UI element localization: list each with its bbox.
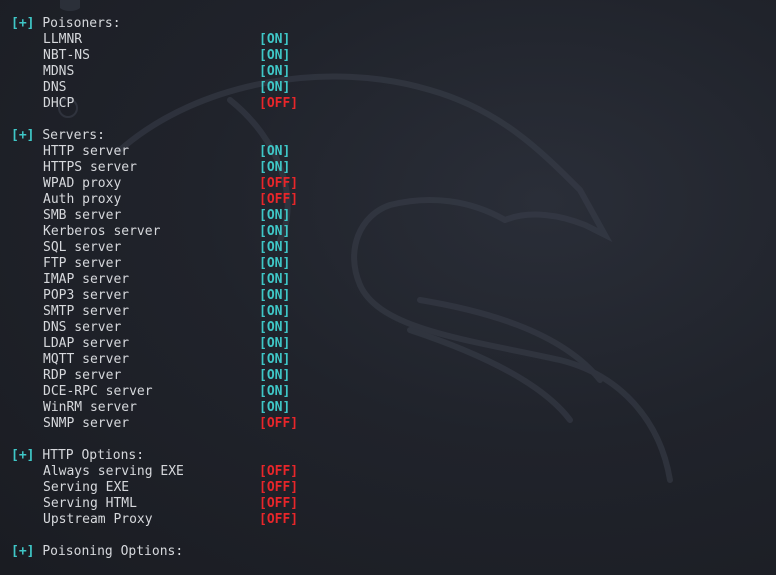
status-on-badge: [ON] xyxy=(259,32,291,47)
section-heading: [+] HTTP Options: xyxy=(11,448,183,464)
section-marker: [+] xyxy=(11,448,35,463)
setting-label: DHCP xyxy=(43,96,75,111)
setting-label: DCE-RPC server xyxy=(43,384,153,399)
setting-label: FTP server xyxy=(43,256,122,271)
setting-label: HTTPS server xyxy=(43,160,137,175)
setting-row: SMTP server [ON] xyxy=(11,304,290,320)
setting-row: POP3 server [ON] xyxy=(11,288,290,304)
section-heading: [+] Poisoning Options: xyxy=(11,544,183,560)
setting-row: RDP server [ON] xyxy=(11,368,290,384)
status-off-badge: [OFF] xyxy=(259,96,299,111)
setting-label: Always serving EXE xyxy=(43,464,184,479)
setting-row: NBT-NS [ON] xyxy=(11,48,290,64)
status-off-badge: [OFF] xyxy=(259,192,299,207)
setting-label: SMB server xyxy=(43,208,122,223)
setting-row: SNMP server [OFF] xyxy=(11,416,298,432)
section-marker: [+] xyxy=(11,128,35,143)
setting-label: Upstream Proxy xyxy=(43,512,153,527)
setting-label: Serving HTML xyxy=(43,496,137,511)
section-title: Servers: xyxy=(42,128,105,143)
status-on-badge: [ON] xyxy=(259,304,291,319)
setting-row: HTTP server [ON] xyxy=(11,144,290,160)
setting-label: SNMP server xyxy=(43,416,130,431)
setting-label: MQTT server xyxy=(43,352,130,367)
status-on-badge: [ON] xyxy=(259,288,291,303)
setting-label: MDNS xyxy=(43,64,75,79)
setting-label: RDP server xyxy=(43,368,122,383)
section-marker: [+] xyxy=(11,544,35,559)
setting-label: NBT-NS xyxy=(43,48,90,63)
status-on-badge: [ON] xyxy=(259,336,291,351)
setting-label: POP3 server xyxy=(43,288,130,303)
status-off-badge: [OFF] xyxy=(259,416,299,431)
setting-row: IMAP server [ON] xyxy=(11,272,290,288)
status-on-badge: [ON] xyxy=(259,368,291,383)
setting-label: LDAP server xyxy=(43,336,130,351)
setting-row: SQL server [ON] xyxy=(11,240,290,256)
setting-label: WinRM server xyxy=(43,400,137,415)
setting-label: HTTP server xyxy=(43,144,130,159)
setting-label: DNS xyxy=(43,80,67,95)
status-on-badge: [ON] xyxy=(259,256,291,271)
setting-label: SMTP server xyxy=(43,304,130,319)
status-on-badge: [ON] xyxy=(259,160,291,175)
status-on-badge: [ON] xyxy=(259,64,291,79)
setting-label: DNS server xyxy=(43,320,122,335)
status-on-badge: [ON] xyxy=(259,48,291,63)
setting-label: Kerberos server xyxy=(43,224,161,239)
setting-row: LLMNR [ON] xyxy=(11,32,290,48)
setting-row: DNS [ON] xyxy=(11,80,290,96)
section-title: Poisoning Options: xyxy=(42,544,184,559)
section-marker: [+] xyxy=(11,16,35,31)
status-on-badge: [ON] xyxy=(259,240,291,255)
status-on-badge: [ON] xyxy=(259,272,291,287)
setting-label: Serving EXE xyxy=(43,480,130,495)
status-on-badge: [ON] xyxy=(259,80,291,95)
setting-row: Serving HTML [OFF] xyxy=(11,496,298,512)
setting-row: DCE-RPC server [ON] xyxy=(11,384,290,400)
setting-row: FTP server [ON] xyxy=(11,256,290,272)
setting-label: Auth proxy xyxy=(43,192,122,207)
section-title: HTTP Options: xyxy=(42,448,145,463)
status-on-badge: [ON] xyxy=(259,208,291,223)
setting-row: WPAD proxy [OFF] xyxy=(11,176,298,192)
section-title: Poisoners: xyxy=(42,16,121,31)
status-on-badge: [ON] xyxy=(259,224,291,239)
section-heading: [+] Poisoners: xyxy=(11,16,183,32)
setting-row: Auth proxy [OFF] xyxy=(11,192,298,208)
setting-row: MQTT server [ON] xyxy=(11,352,290,368)
setting-row: Upstream Proxy [OFF] xyxy=(11,512,298,528)
setting-row: LDAP server [ON] xyxy=(11,336,290,352)
status-off-badge: [OFF] xyxy=(259,176,299,191)
setting-label: IMAP server xyxy=(43,272,130,287)
status-on-badge: [ON] xyxy=(259,400,291,415)
setting-label: SQL server xyxy=(43,240,122,255)
setting-row: Always serving EXE [OFF] xyxy=(11,464,298,480)
setting-row: HTTPS server [ON] xyxy=(11,160,290,176)
terminal-output: [+] Poisoners: LLMNR [ON] NBT-NS [ON] MDNS [ON… xyxy=(11,16,298,560)
setting-row: DNS server [ON] xyxy=(11,320,290,336)
setting-row: MDNS [ON] xyxy=(11,64,290,80)
status-on-badge: [ON] xyxy=(259,144,291,159)
status-off-badge: [OFF] xyxy=(259,464,299,479)
status-off-badge: [OFF] xyxy=(259,480,299,495)
status-off-badge: [OFF] xyxy=(259,512,299,527)
status-off-badge: [OFF] xyxy=(259,496,299,511)
status-on-badge: [ON] xyxy=(259,320,291,335)
setting-row: WinRM server [ON] xyxy=(11,400,290,416)
setting-label: WPAD proxy xyxy=(43,176,122,191)
status-on-badge: [ON] xyxy=(259,384,291,399)
section-heading: [+] Servers: xyxy=(11,128,183,144)
setting-row: Serving EXE [OFF] xyxy=(11,480,298,496)
status-on-badge: [ON] xyxy=(259,352,291,367)
setting-row: Kerberos server [ON] xyxy=(11,224,290,240)
setting-row: DHCP [OFF] xyxy=(11,96,298,112)
setting-label: LLMNR xyxy=(43,32,83,47)
setting-row: SMB server [ON] xyxy=(11,208,290,224)
